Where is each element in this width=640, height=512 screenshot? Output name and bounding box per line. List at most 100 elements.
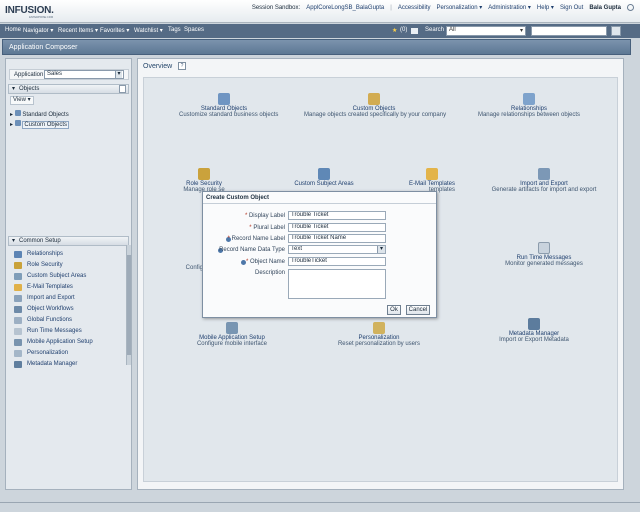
setup-item-label: Object Workflows bbox=[27, 306, 74, 312]
description-textarea[interactable] bbox=[288, 269, 386, 299]
setup-list: Relationships Role Security Custom Subje… bbox=[6, 249, 126, 370]
ok-button[interactable]: Ok bbox=[387, 305, 401, 315]
tile-custom-subject-areas[interactable]: Custom Subject Areas bbox=[284, 168, 364, 187]
workflow-icon bbox=[14, 306, 22, 313]
personalization-menu[interactable]: Personalization ▾ bbox=[437, 4, 483, 11]
setup-item-object-workflows[interactable]: Object Workflows bbox=[6, 304, 126, 315]
setup-item-mobile-application-setup[interactable]: Mobile Application Setup bbox=[6, 337, 126, 348]
divider bbox=[0, 502, 640, 503]
display-label-input[interactable]: Trouble Ticket bbox=[288, 211, 386, 220]
setup-item-email-templates[interactable]: E-Mail Templates bbox=[6, 282, 126, 293]
tile-desc: Customize standard business objects bbox=[179, 112, 279, 118]
setup-item-run-time-messages[interactable]: Run Time Messages bbox=[6, 326, 126, 337]
accessibility-link[interactable]: Accessibility bbox=[398, 5, 431, 11]
chevron-down-icon: ▾ bbox=[377, 246, 385, 253]
tile-relationships[interactable]: Relationships Manage relationships betwe… bbox=[474, 93, 584, 118]
logo-subtitle: ENTERPRISE CRM bbox=[29, 15, 54, 19]
plural-label-input[interactable]: Trouble Ticket bbox=[288, 223, 386, 232]
application-select[interactable]: Sales ▾ bbox=[44, 70, 124, 79]
collapse-icon: ▾ bbox=[12, 86, 16, 92]
tile-mobile-application-setup[interactable]: Mobile Application Setup Configure mobil… bbox=[192, 322, 272, 347]
session-link[interactable]: ApplCoreLongSB_BalaGupta bbox=[306, 5, 384, 11]
nav-home[interactable]: Home bbox=[5, 27, 21, 33]
setup-item-label: Metadata Manager bbox=[27, 361, 78, 367]
global-header: INFUSION. ENTERPRISE CRM Session Sandbox… bbox=[0, 0, 640, 23]
cancel-button[interactable]: Cancel bbox=[406, 305, 430, 315]
tile-run-time-messages[interactable]: Run Time Messages Monitor generated mess… bbox=[494, 242, 594, 267]
tile-role-security[interactable]: Role Security Manage role se bbox=[164, 168, 244, 193]
plural-label-label: * Plural Label bbox=[249, 225, 285, 231]
search-input[interactable] bbox=[531, 26, 607, 36]
required-marker: * bbox=[227, 236, 230, 242]
chevron-down-icon: ▾ bbox=[115, 71, 122, 78]
scrollbar-thumb[interactable] bbox=[127, 255, 131, 355]
help-label: Help bbox=[536, 5, 550, 11]
nav-spaces[interactable]: Spaces bbox=[184, 27, 204, 33]
tile-import-export[interactable]: Import and Export Generate artifacts for… bbox=[489, 168, 599, 193]
administration-label: Administration bbox=[488, 5, 527, 11]
help-menu[interactable]: Help ▾ bbox=[537, 4, 554, 11]
expand-icon[interactable]: ▸ bbox=[10, 112, 13, 118]
import-export-icon bbox=[538, 168, 550, 180]
tree-label: Custom Objects bbox=[22, 121, 70, 129]
search-go-icon[interactable] bbox=[611, 26, 621, 36]
messages-icon bbox=[14, 328, 22, 335]
tile-metadata-manager[interactable]: Metadata Manager Import or Export Metada… bbox=[489, 318, 579, 343]
setup-item-relationships[interactable]: Relationships bbox=[6, 249, 126, 260]
nav-recent-items[interactable]: Recent Items ▾ bbox=[58, 27, 98, 34]
setup-item-global-functions[interactable]: Global Functions bbox=[6, 315, 126, 326]
oracle-icon[interactable] bbox=[627, 4, 634, 11]
common-setup-scrollbar[interactable] bbox=[126, 245, 131, 365]
notification-count: (0) bbox=[400, 27, 408, 33]
nav-watchlist[interactable]: Watchlist ▾ bbox=[134, 27, 163, 34]
nav-tags[interactable]: Tags bbox=[168, 27, 181, 33]
collapse-icon: ▾ bbox=[12, 238, 16, 244]
tile-personalization[interactable]: Personalization Reset personalization by… bbox=[329, 322, 429, 347]
tile-desc: Import or Export Metadata bbox=[499, 337, 569, 343]
tree-standard-objects[interactable]: ▸ Standard Objects bbox=[10, 110, 69, 119]
tile-standard-objects[interactable]: Standard Objects Customize standard busi… bbox=[179, 93, 279, 118]
object-name-label: * Object Name bbox=[246, 259, 285, 265]
divider bbox=[203, 203, 436, 204]
help-icon[interactable]: ? bbox=[178, 62, 186, 70]
objects-section-header[interactable]: ▾ Objects bbox=[8, 84, 129, 94]
setup-item-label: E-Mail Templates bbox=[27, 284, 73, 290]
create-icon[interactable] bbox=[119, 85, 126, 93]
dialog-title: Create Custom Object bbox=[206, 195, 270, 201]
favorites-star-icon[interactable]: ★ bbox=[392, 27, 397, 34]
subject-areas-icon bbox=[14, 273, 22, 280]
field-label-text: Object Name bbox=[249, 259, 285, 265]
nav-navigator-label: Navigator bbox=[23, 28, 49, 34]
tile-desc: Reset personalization by users bbox=[337, 341, 421, 347]
field-label-text: Description bbox=[254, 270, 285, 276]
overview-title: Overview bbox=[143, 63, 173, 70]
nav-favorites-label: Favorites bbox=[100, 28, 125, 34]
nav-navigator[interactable]: Navigator ▾ bbox=[23, 27, 53, 34]
envelope-icon bbox=[14, 284, 22, 291]
tile-desc: Configure mobile interface bbox=[196, 341, 268, 347]
record-name-data-type-select[interactable]: Text ▾ bbox=[288, 245, 386, 254]
tile-email-templates[interactable]: E-Mail Templates templates bbox=[402, 168, 462, 193]
signout-link[interactable]: Sign Out bbox=[560, 5, 583, 11]
object-name-input[interactable]: TroubleTicket bbox=[288, 257, 386, 266]
administration-menu[interactable]: Administration ▾ bbox=[488, 4, 531, 11]
record-name-label-input[interactable]: Trouble Ticket Name bbox=[288, 234, 386, 243]
setup-item-custom-subject-areas[interactable]: Custom Subject Areas bbox=[6, 271, 126, 282]
common-setup-header[interactable]: ▾ Common Setup bbox=[8, 236, 129, 246]
view-menu[interactable]: View ▾ bbox=[10, 96, 34, 105]
setup-item-import-export[interactable]: Import and Export bbox=[6, 293, 126, 304]
setup-item-personalization[interactable]: Personalization bbox=[6, 348, 126, 359]
search-scope-select[interactable]: All ▾ bbox=[446, 26, 526, 36]
import-export-icon bbox=[14, 295, 22, 302]
flag-icon[interactable] bbox=[411, 28, 418, 34]
search-label: Search bbox=[425, 27, 445, 33]
tile-custom-objects[interactable]: Custom Objects Manage objects created sp… bbox=[304, 93, 446, 118]
data-type-value: Text bbox=[291, 246, 303, 252]
expand-icon[interactable]: ▸ bbox=[10, 122, 13, 128]
search-scope-value: All bbox=[449, 27, 456, 33]
setup-item-role-security[interactable]: Role Security bbox=[6, 260, 126, 271]
setup-item-metadata-manager[interactable]: Metadata Manager bbox=[6, 359, 126, 370]
nav-favorites[interactable]: Favorites ▾ bbox=[100, 27, 129, 34]
setup-item-label: Relationships bbox=[27, 251, 64, 257]
tree-custom-objects[interactable]: ▸ Custom Objects bbox=[10, 120, 70, 129]
